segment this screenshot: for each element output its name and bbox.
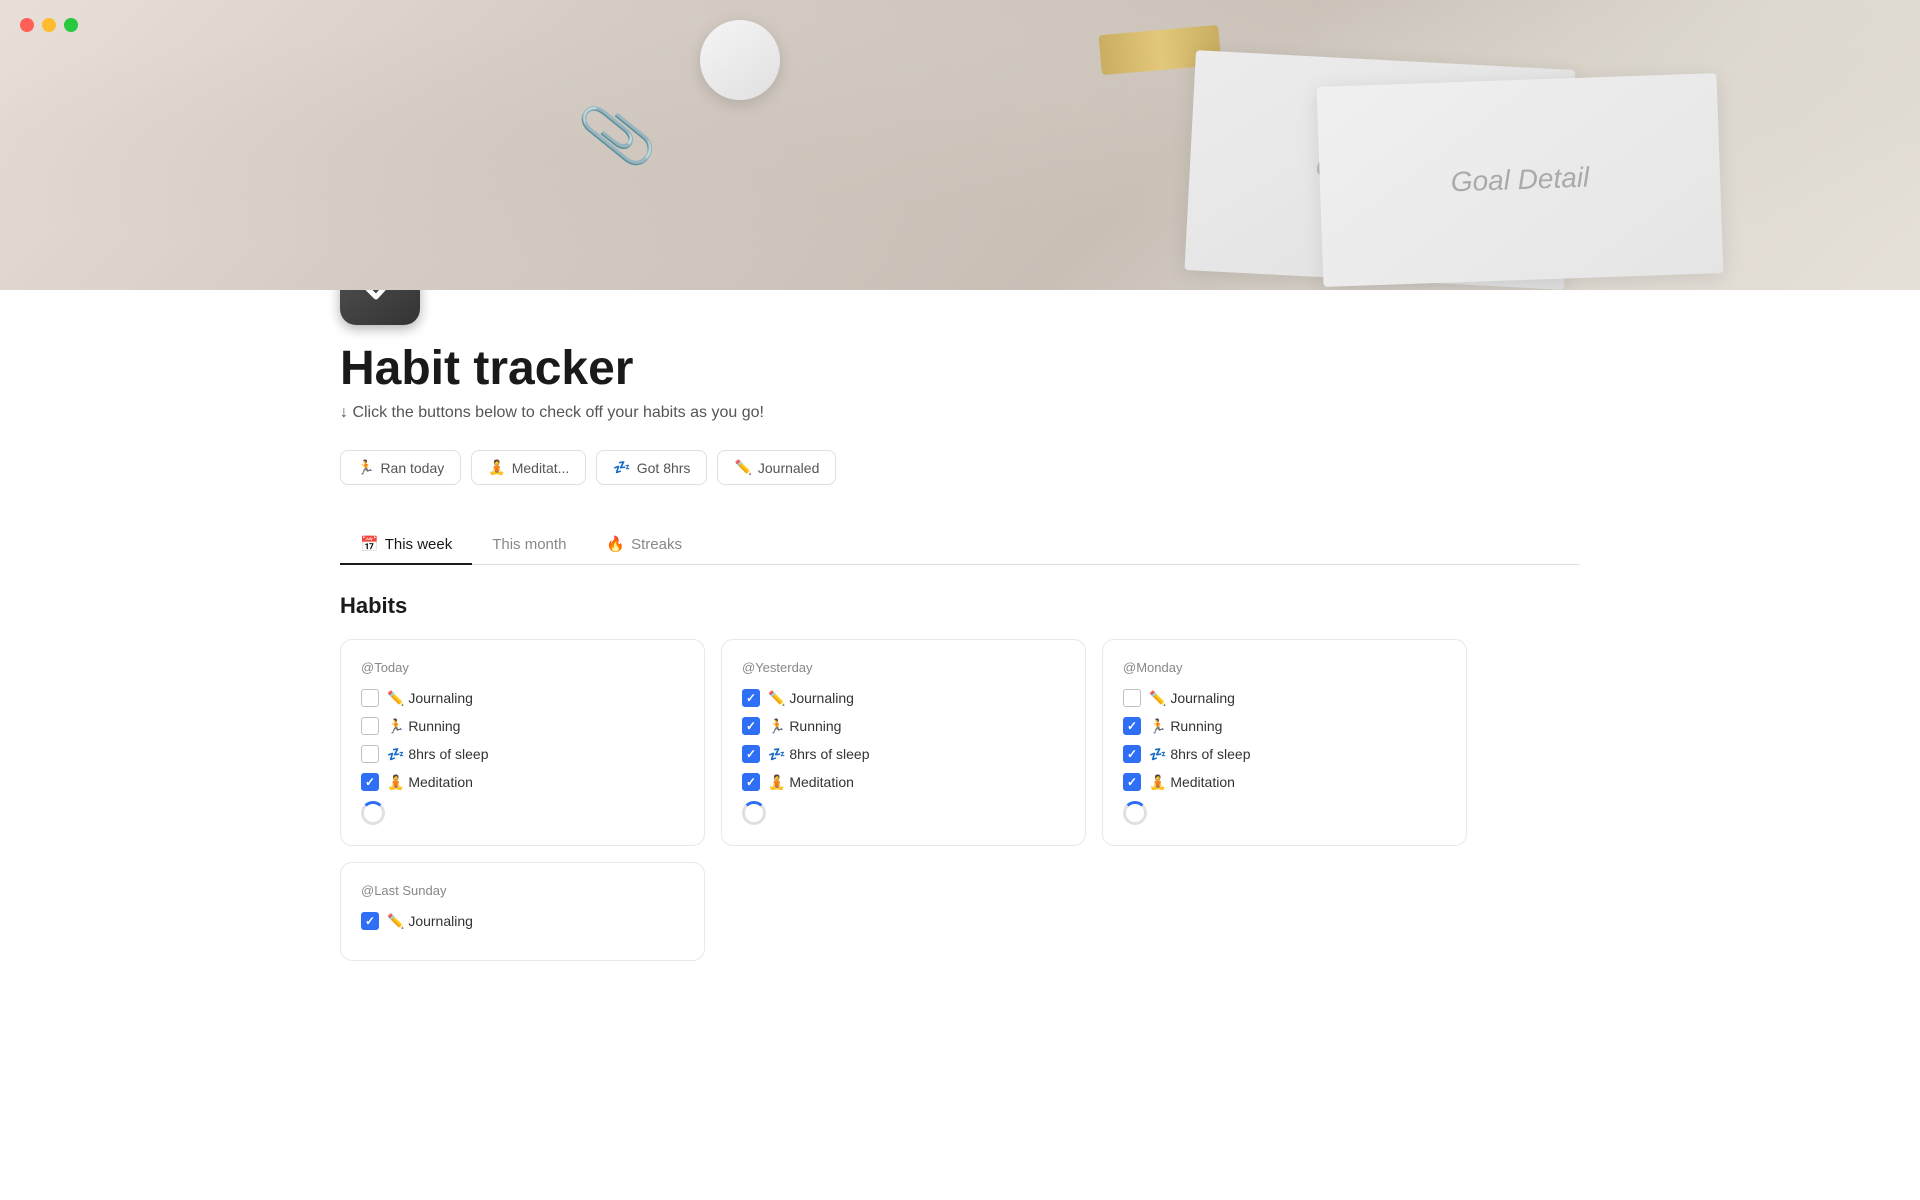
- decorative-notebook-front: Goal Detail: [1317, 73, 1724, 287]
- habit-label-running-monday: 🏃 Running: [1149, 718, 1222, 735]
- quick-action-label-meditated: Meditat...: [512, 460, 570, 476]
- habit-card-last-sunday: @Last Sunday ✏️ Journaling: [340, 862, 705, 961]
- habit-label-running-today: 🏃 Running: [387, 718, 460, 735]
- habits-section-title: Habits: [340, 593, 1580, 619]
- habit-card-today: @Today ✏️ Journaling 🏃 Running 💤 8hrs of…: [340, 639, 705, 846]
- card-date-last-sunday: @Last Sunday: [361, 883, 684, 898]
- tab-icon-this-week: 📅: [360, 535, 379, 553]
- tab-this-month[interactable]: This month: [472, 525, 586, 565]
- habit-item-meditation-today[interactable]: 🧘 Meditation: [361, 773, 684, 791]
- habit-label-sleep-today: 💤 8hrs of sleep: [387, 746, 488, 763]
- habit-item-sleep-yesterday[interactable]: 💤 8hrs of sleep: [742, 745, 1065, 763]
- habit-label-meditation-yesterday: 🧘 Meditation: [768, 774, 854, 791]
- checkbox-sleep-yesterday[interactable]: [742, 745, 760, 763]
- checkbox-meditation-today[interactable]: [361, 773, 379, 791]
- habit-item-running-yesterday[interactable]: 🏃 Running: [742, 717, 1065, 735]
- checkbox-sleep-monday[interactable]: [1123, 745, 1141, 763]
- card-date-yesterday: @Yesterday: [742, 660, 1065, 675]
- checkbox-sleep-today[interactable]: [361, 745, 379, 763]
- tab-this-week[interactable]: 📅 This week: [340, 525, 472, 565]
- habit-label-journal-today: ✏️ Journaling: [387, 690, 473, 707]
- habit-label-meditation-monday: 🧘 Meditation: [1149, 774, 1235, 791]
- checkbox-running-monday[interactable]: [1123, 717, 1141, 735]
- habit-item-journal-yesterday[interactable]: ✏️ Journaling: [742, 689, 1065, 707]
- tab-label-streaks: Streaks: [631, 536, 682, 553]
- habit-item-meditation-yesterday[interactable]: 🧘 Meditation: [742, 773, 1065, 791]
- quick-action-journaled[interactable]: ✏️ Journaled: [717, 450, 836, 485]
- notebook-front-text: Goal Detail: [1450, 162, 1590, 199]
- quick-action-label-ran-today: Ran today: [380, 460, 444, 476]
- quick-action-got-8hrs[interactable]: 💤 Got 8hrs: [596, 450, 707, 485]
- quick-action-label-journaled: Journaled: [758, 460, 820, 476]
- habit-label-sleep-yesterday: 💤 8hrs of sleep: [768, 746, 869, 763]
- habit-card-monday: @Monday ✏️ Journaling 🏃 Running 💤 8hrs o…: [1102, 639, 1467, 846]
- window-controls: [20, 18, 78, 32]
- checkbox-meditation-yesterday[interactable]: [742, 773, 760, 791]
- header-banner: 📎 Goal Detail Goal Detail: [0, 0, 1920, 290]
- quick-action-icon-got-8hrs: 💤: [613, 459, 630, 476]
- habit-item-journal-sunday[interactable]: ✏️ Journaling: [361, 912, 684, 930]
- tabs-bar: 📅 This week This month 🔥 Streaks: [340, 525, 1580, 565]
- page-title: Habit tracker: [340, 341, 1580, 396]
- tab-icon-streaks: 🔥: [606, 535, 625, 553]
- checkbox-journal-today[interactable]: [361, 689, 379, 707]
- habit-item-sleep-today[interactable]: 💤 8hrs of sleep: [361, 745, 684, 763]
- tab-label-this-week: This week: [385, 536, 453, 553]
- quick-action-icon-ran-today: 🏃: [357, 459, 374, 476]
- decorative-clip: 📎: [574, 94, 660, 177]
- habit-label-sleep-monday: 💤 8hrs of sleep: [1149, 746, 1250, 763]
- loading-spinner-today: [361, 801, 385, 825]
- loading-spinner-monday: [1123, 801, 1147, 825]
- checkbox-journal-sunday[interactable]: [361, 912, 379, 930]
- checkbox-running-today[interactable]: [361, 717, 379, 735]
- loading-spinner-yesterday: [742, 801, 766, 825]
- quick-action-icon-journaled: ✏️: [734, 459, 751, 476]
- quick-action-meditated[interactable]: 🧘 Meditat...: [471, 450, 586, 485]
- checkbox-meditation-monday[interactable]: [1123, 773, 1141, 791]
- minimize-button[interactable]: [42, 18, 56, 32]
- maximize-button[interactable]: [64, 18, 78, 32]
- habit-label-meditation-today: 🧘 Meditation: [387, 774, 473, 791]
- close-button[interactable]: [20, 18, 34, 32]
- habit-item-meditation-monday[interactable]: 🧘 Meditation: [1123, 773, 1446, 791]
- habit-item-journal-today[interactable]: ✏️ Journaling: [361, 689, 684, 707]
- checkbox-journal-monday[interactable]: [1123, 689, 1141, 707]
- decorative-cup: [700, 20, 780, 100]
- habit-label-running-yesterday: 🏃 Running: [768, 718, 841, 735]
- habit-label-journal-monday: ✏️ Journaling: [1149, 690, 1235, 707]
- habits-cards-grid: @Today ✏️ Journaling 🏃 Running 💤 8hrs of…: [340, 639, 1580, 961]
- habit-card-yesterday: @Yesterday ✏️ Journaling 🏃 Running 💤 8hr…: [721, 639, 1086, 846]
- card-date-today: @Today: [361, 660, 684, 675]
- main-content: Habit tracker ↓ Click the buttons below …: [260, 245, 1660, 1057]
- habit-item-journal-monday[interactable]: ✏️ Journaling: [1123, 689, 1446, 707]
- habit-item-sleep-monday[interactable]: 💤 8hrs of sleep: [1123, 745, 1446, 763]
- quick-action-icon-meditated: 🧘: [488, 459, 505, 476]
- habit-label-journal-sunday: ✏️ Journaling: [387, 913, 473, 930]
- checkbox-running-yesterday[interactable]: [742, 717, 760, 735]
- habit-item-running-monday[interactable]: 🏃 Running: [1123, 717, 1446, 735]
- quick-action-label-got-8hrs: Got 8hrs: [637, 460, 691, 476]
- habit-label-journal-yesterday: ✏️ Journaling: [768, 690, 854, 707]
- checkbox-journal-yesterday[interactable]: [742, 689, 760, 707]
- tab-streaks[interactable]: 🔥 Streaks: [586, 525, 702, 565]
- page-subtitle: ↓ Click the buttons below to check off y…: [340, 404, 1580, 422]
- habit-item-running-today[interactable]: 🏃 Running: [361, 717, 684, 735]
- quick-action-ran-today[interactable]: 🏃 Ran today: [340, 450, 461, 485]
- quick-actions-bar: 🏃 Ran today 🧘 Meditat... 💤 Got 8hrs ✏️ Journale…: [340, 450, 1580, 485]
- card-date-monday: @Monday: [1123, 660, 1446, 675]
- tab-label-this-month: This month: [492, 536, 566, 553]
